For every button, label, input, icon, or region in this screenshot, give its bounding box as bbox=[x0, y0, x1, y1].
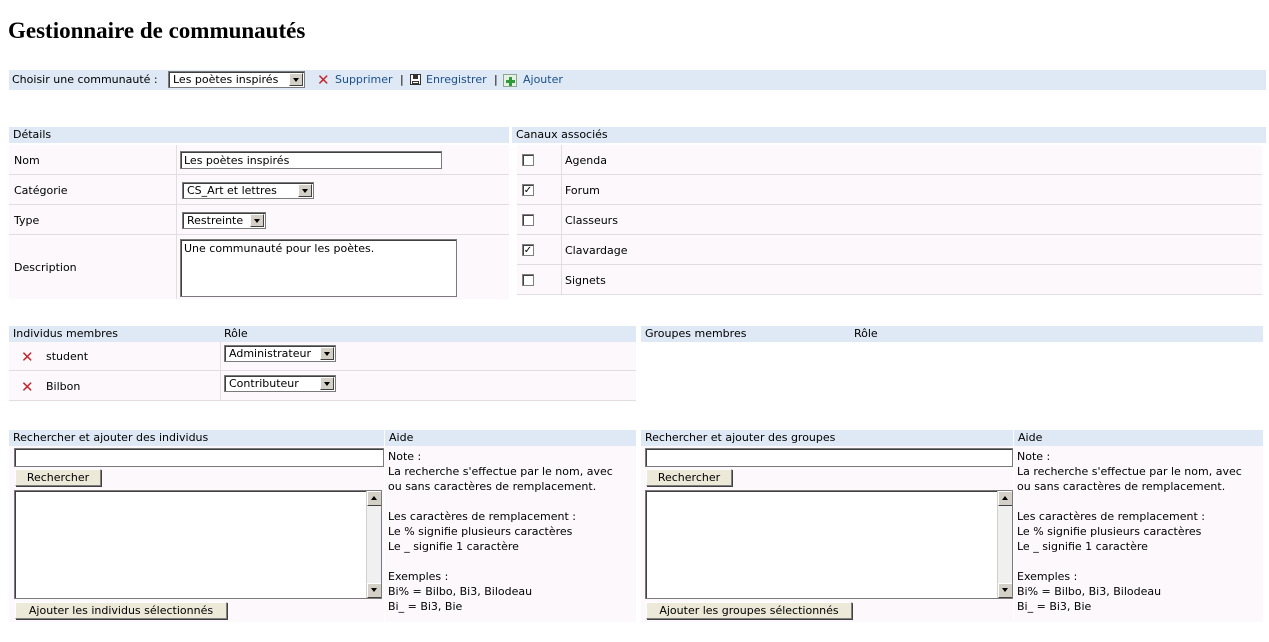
groups-role-header: Rôle bbox=[854, 327, 878, 340]
search-individuals-input[interactable] bbox=[14, 448, 384, 467]
help-text: Note : La recherche s'effectue par le no… bbox=[388, 450, 613, 613]
channel-checkbox-clavardage[interactable]: ✓ bbox=[522, 244, 534, 256]
search-individuals-button[interactable]: Rechercher bbox=[15, 469, 101, 486]
remove-member-icon[interactable]: ✕ bbox=[21, 350, 34, 365]
add-link[interactable]: Ajouter bbox=[523, 73, 563, 86]
help-header: Aide bbox=[1014, 430, 1263, 446]
help-header: Aide bbox=[385, 430, 636, 446]
add-icon[interactable] bbox=[503, 74, 517, 87]
type-label: Type bbox=[14, 214, 40, 227]
channel-label-signets: Signets bbox=[565, 274, 606, 287]
search-groups-button[interactable]: Rechercher bbox=[646, 469, 732, 486]
remove-member-icon[interactable]: ✕ bbox=[21, 380, 34, 395]
category-select[interactable]: CS_Art et lettres bbox=[182, 182, 314, 199]
type-select-value: Restreinte bbox=[187, 214, 244, 227]
chevron-down-icon bbox=[250, 214, 264, 227]
groups-results-list[interactable] bbox=[645, 490, 1013, 599]
channel-checkbox-classeurs[interactable] bbox=[522, 214, 534, 226]
channel-checkbox-forum[interactable]: ✓ bbox=[522, 184, 534, 196]
delete-link[interactable]: Supprimer bbox=[335, 73, 393, 86]
toolbar-separator: | bbox=[400, 73, 404, 86]
add-selected-groups-button[interactable]: Ajouter les groupes sélectionnés bbox=[646, 602, 852, 619]
details-header: Détails bbox=[9, 127, 509, 143]
choose-community-label: Choisir une communauté : bbox=[12, 73, 158, 86]
channel-label-clavardage: Clavardage bbox=[565, 244, 628, 257]
results-scrollbar[interactable] bbox=[366, 491, 381, 598]
member-role-select[interactable]: Administrateur bbox=[224, 345, 336, 362]
help-text: Note : La recherche s'effectue par le no… bbox=[1017, 450, 1242, 613]
toolbar-separator: | bbox=[494, 73, 498, 86]
page-title: Gestionnaire de communautés bbox=[8, 18, 306, 43]
type-select[interactable]: Restreinte bbox=[182, 212, 266, 229]
member-name: student bbox=[46, 350, 89, 363]
members-role-header: Rôle bbox=[224, 327, 248, 340]
category-label: Catégorie bbox=[14, 184, 68, 197]
channel-label-agenda: Agenda bbox=[565, 154, 607, 167]
member-role-select[interactable]: Contributeur bbox=[224, 375, 336, 392]
members-header: Individus membres bbox=[9, 326, 636, 342]
scroll-down-icon[interactable] bbox=[367, 583, 381, 598]
channel-checkbox-agenda[interactable] bbox=[522, 154, 534, 166]
name-label: Nom bbox=[14, 154, 40, 167]
description-textarea[interactable]: Une communauté pour les poètes. bbox=[180, 239, 457, 297]
chevron-down-icon bbox=[320, 377, 334, 390]
delete-icon[interactable]: ✕ bbox=[317, 73, 330, 88]
member-role-value: Contributeur bbox=[229, 377, 299, 390]
save-link[interactable]: Enregistrer bbox=[426, 73, 487, 86]
members-header-label: Individus membres bbox=[13, 327, 118, 340]
member-name: Bilbon bbox=[46, 380, 81, 393]
chevron-down-icon bbox=[320, 347, 334, 360]
name-input[interactable]: Les poètes inspirés bbox=[180, 151, 442, 169]
description-label: Description bbox=[14, 261, 77, 274]
member-role-value: Administrateur bbox=[229, 347, 311, 360]
scroll-down-icon[interactable] bbox=[998, 583, 1012, 598]
scroll-up-icon[interactable] bbox=[998, 491, 1012, 506]
search-groups-input[interactable] bbox=[645, 448, 1013, 467]
chevron-down-icon bbox=[298, 184, 312, 197]
individuals-results-list[interactable] bbox=[14, 490, 382, 599]
community-select-value: Les poètes inspirés bbox=[173, 73, 279, 86]
category-select-value: CS_Art et lettres bbox=[187, 184, 277, 197]
channels-header: Canaux associés bbox=[512, 127, 1266, 143]
scroll-up-icon[interactable] bbox=[367, 491, 381, 506]
channel-checkbox-signets[interactable] bbox=[522, 274, 534, 286]
groups-header-label: Groupes membres bbox=[645, 327, 747, 340]
results-scrollbar[interactable] bbox=[997, 491, 1012, 598]
add-selected-individuals-button[interactable]: Ajouter les individus sélectionnés bbox=[15, 602, 227, 619]
search-individuals-header: Rechercher et ajouter des individus bbox=[9, 430, 384, 446]
channel-label-classeurs: Classeurs bbox=[565, 214, 618, 227]
chevron-down-icon bbox=[289, 73, 303, 86]
save-icon[interactable] bbox=[410, 74, 421, 85]
community-select[interactable]: Les poètes inspirés bbox=[168, 71, 305, 88]
groups-header: Groupes membres bbox=[641, 326, 1263, 342]
channel-label-forum: Forum bbox=[565, 184, 600, 197]
search-groups-header: Rechercher et ajouter des groupes bbox=[641, 430, 1013, 446]
